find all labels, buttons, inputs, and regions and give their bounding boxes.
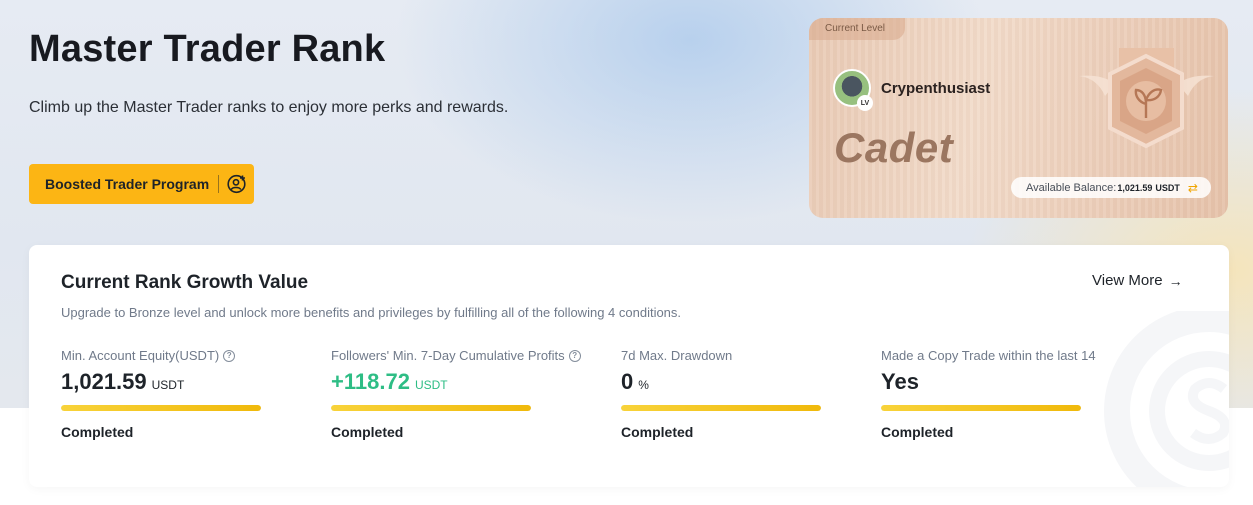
condition-unit: USDT <box>414 378 448 392</box>
progress-bar <box>331 405 531 411</box>
condition-max-drawdown: 7d Max. Drawdown 0 % Completed <box>621 348 881 440</box>
condition-value: 1,021.59 <box>61 369 147 394</box>
condition-status: Completed <box>61 424 134 440</box>
swap-icon[interactable]: ⇄ <box>1188 181 1198 195</box>
page-title: Master Trader Rank <box>29 28 386 70</box>
question-circle-icon[interactable]: ? <box>568 349 581 362</box>
page-subtitle: Climb up the Master Trader ranks to enjo… <box>29 99 509 116</box>
condition-copy-trade: Made a Copy Trade within the last 14 Yes… <box>881 348 1141 440</box>
condition-unit: % <box>638 378 649 392</box>
condition-label: Followers' Min. 7-Day Cumulative Profits <box>331 348 565 363</box>
condition-status: Completed <box>881 424 954 440</box>
growth-description: Upgrade to Bronze level and unlock more … <box>61 305 682 320</box>
current-level-tag: Current Level <box>809 18 905 40</box>
balance-label: Available Balance: <box>1026 181 1117 194</box>
growth-title: Current Rank Growth Value <box>61 272 309 293</box>
condition-value: +118.72 <box>331 369 410 394</box>
balance-value: 1,021.59 <box>1117 182 1153 193</box>
condition-value: 0 <box>621 369 634 394</box>
username: Crypenthusiast <box>881 80 991 97</box>
condition-status: Completed <box>621 424 694 440</box>
current-level-card: Current Level LV Crypenthusiast Cadet Av… <box>809 18 1228 218</box>
progress-bar <box>881 405 1081 411</box>
avatar-level-badge: LV <box>857 95 873 111</box>
view-more-label: View More <box>1092 272 1163 289</box>
progress-bar <box>621 405 821 411</box>
condition-followers-profits: Followers' Min. 7-Day Cumulative Profits… <box>331 348 591 440</box>
condition-value: Yes <box>881 369 919 394</box>
button-divider <box>218 175 220 193</box>
available-balance: Available Balance: 1,021.59 USDT ⇄ <box>1011 177 1211 198</box>
condition-status: Completed <box>331 424 404 440</box>
boosted-button-label: Boosted Trader Program <box>45 176 210 192</box>
rank-name: Cadet <box>834 124 954 171</box>
boosted-trader-program-button[interactable]: Boosted Trader Program <box>29 164 254 204</box>
condition-account-equity: Min. Account Equity(USDT) ? 1,021.59 USD… <box>61 348 321 440</box>
condition-unit: USDT <box>151 378 185 392</box>
condition-label: Min. Account Equity(USDT) <box>61 348 220 363</box>
add-user-icon <box>227 174 247 194</box>
arrow-right-icon: → <box>1168 272 1183 289</box>
question-circle-icon[interactable]: ? <box>223 349 236 362</box>
sprout-badge-icon <box>1079 42 1214 163</box>
growth-value-panel: Current Rank Growth Value View More → Up… <box>29 245 1229 487</box>
condition-label: 7d Max. Drawdown <box>621 348 733 363</box>
view-more-link[interactable]: View More → <box>1092 272 1183 289</box>
progress-bar <box>61 405 261 411</box>
condition-label: Made a Copy Trade within the last 14 <box>881 348 1096 363</box>
balance-currency: USDT <box>1155 182 1180 193</box>
